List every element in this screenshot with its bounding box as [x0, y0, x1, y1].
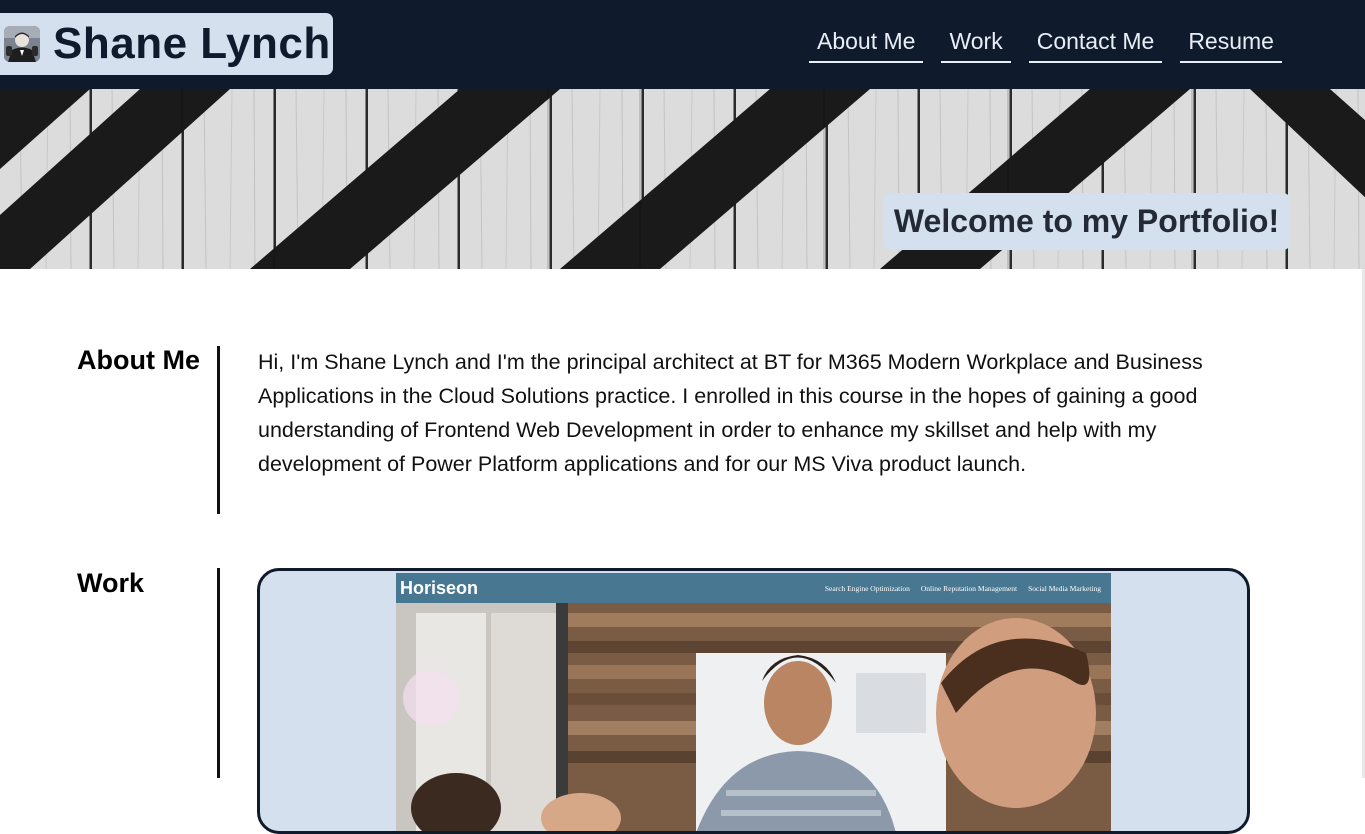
project-brand: Horiseon — [400, 577, 479, 598]
nav-work[interactable]: Work — [941, 28, 1011, 63]
about-text: Hi, I'm Shane Lynch and I'm the principa… — [258, 350, 1203, 476]
nav-about-me[interactable]: About Me — [809, 28, 924, 63]
work-heading: Work — [77, 568, 145, 598]
site-title: Shane Lynch — [53, 19, 331, 68]
site-header: Shane Lynch About Me Work Contact Me Res… — [0, 0, 1365, 89]
about-heading: About Me — [77, 345, 200, 375]
hero-banner: Welcome to my Portfolio! — [0, 89, 1365, 269]
nav-contact-me[interactable]: Contact Me — [1028, 28, 1163, 63]
project-link: Online Reputation Management — [920, 583, 1018, 593]
project-link: Search Engine Optimization — [824, 583, 910, 593]
project-hero-photo — [396, 603, 1111, 831]
project-header-bar: Horiseon Search Engine Optimization Onli… — [396, 573, 1111, 603]
work-project-card[interactable]: Horiseon Search Engine Optimization Onli… — [257, 568, 1250, 834]
project-link: Social Media Marketing — [1028, 583, 1101, 593]
main-nav: About Me Work Contact Me Resume — [809, 28, 1300, 63]
avatar — [4, 26, 40, 62]
work-divider — [217, 568, 220, 778]
brand: Shane Lynch — [0, 13, 333, 75]
project-screenshot[interactable]: Horiseon Search Engine Optimization Onli… — [396, 573, 1111, 831]
profile-photo-icon — [4, 26, 40, 62]
project-nav: Search Engine Optimization Online Reputa… — [814, 573, 1101, 603]
welcome-banner: Welcome to my Portfolio! — [883, 193, 1290, 250]
about-divider — [217, 346, 220, 514]
nav-resume[interactable]: Resume — [1180, 28, 1282, 63]
